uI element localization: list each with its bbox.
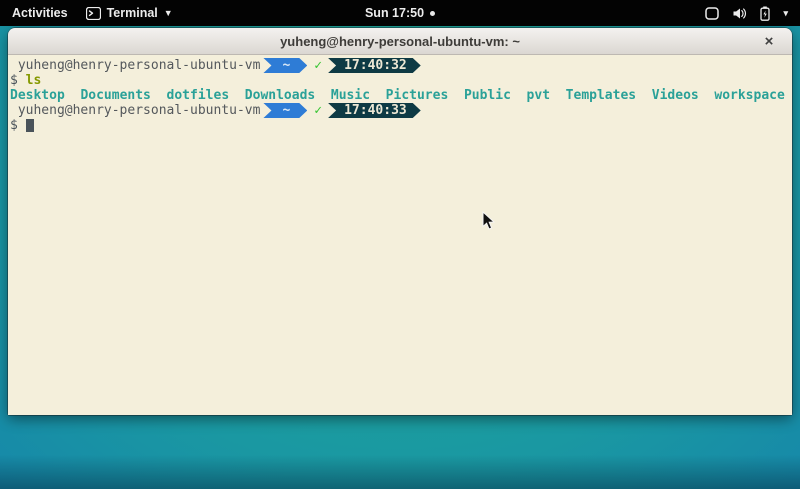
clock[interactable]: Sun 17:50 <box>365 6 424 20</box>
window-title: yuheng@henry-personal-ubuntu-vm: ~ <box>280 34 520 49</box>
terminal-cursor <box>26 119 34 132</box>
volume-icon <box>732 7 747 20</box>
directory-entry: Downloads <box>245 88 315 103</box>
close-button[interactable]: × <box>760 32 778 50</box>
current-input-line[interactable]: $ <box>10 118 790 133</box>
screen-icon <box>705 7 719 20</box>
command-line: $ ls <box>10 73 790 88</box>
prompt-line: yuheng@henry-personal-ubuntu-vm ~ ✓ 17:4… <box>10 103 790 118</box>
directory-entry: workspace <box>714 88 784 103</box>
directory-entry: pvt <box>527 88 550 103</box>
directory-entry: Videos <box>652 88 699 103</box>
command-text: ls <box>26 73 42 88</box>
prompt-status-check-icon: ✓ <box>314 58 322 73</box>
terminal-window: yuheng@henry-personal-ubuntu-vm: ~ × yuh… <box>8 28 792 415</box>
system-status-area[interactable]: ▾ <box>705 6 800 21</box>
directory-entry: Public <box>464 88 511 103</box>
top-bar: Activities Terminal ▼ Sun 17:50 <box>0 0 800 26</box>
prompt-status-check-icon: ✓ <box>314 103 322 118</box>
terminal-content[interactable]: yuheng@henry-personal-ubuntu-vm ~ ✓ 17:4… <box>8 55 792 415</box>
directory-entry: Desktop <box>10 88 65 103</box>
prompt-line: yuheng@henry-personal-ubuntu-vm ~ ✓ 17:4… <box>10 58 790 73</box>
notification-dot-icon <box>430 11 435 16</box>
prompt-symbol: $ <box>10 73 18 88</box>
prompt-time-segment: 17:40:33 <box>328 103 421 118</box>
directory-entry: Music <box>331 88 370 103</box>
prompt-time-segment: 17:40:32 <box>328 58 421 73</box>
prompt-user-host: yuheng@henry-personal-ubuntu-vm <box>10 58 260 73</box>
directory-entry: Documents <box>80 88 150 103</box>
chevron-down-icon: ▾ <box>783 9 788 18</box>
app-menu-label: Terminal <box>107 6 158 20</box>
app-menu-terminal[interactable]: Terminal ▼ <box>86 6 173 20</box>
ls-output-line: Desktop Documents dotfiles Downloads Mus… <box>10 88 790 103</box>
window-titlebar[interactable]: yuheng@henry-personal-ubuntu-vm: ~ × <box>8 28 792 55</box>
terminal-icon <box>86 7 101 20</box>
prompt-cwd-segment: ~ <box>263 103 307 118</box>
activities-button[interactable]: Activities <box>12 6 68 20</box>
prompt-cwd-segment: ~ <box>263 58 307 73</box>
chevron-down-icon: ▼ <box>164 9 173 18</box>
battery-charging-icon <box>760 6 770 21</box>
directory-entry: Templates <box>566 88 636 103</box>
directory-entry: dotfiles <box>167 88 230 103</box>
directory-entry: Pictures <box>386 88 449 103</box>
prompt-symbol: $ <box>10 118 18 133</box>
prompt-user-host: yuheng@henry-personal-ubuntu-vm <box>10 103 260 118</box>
